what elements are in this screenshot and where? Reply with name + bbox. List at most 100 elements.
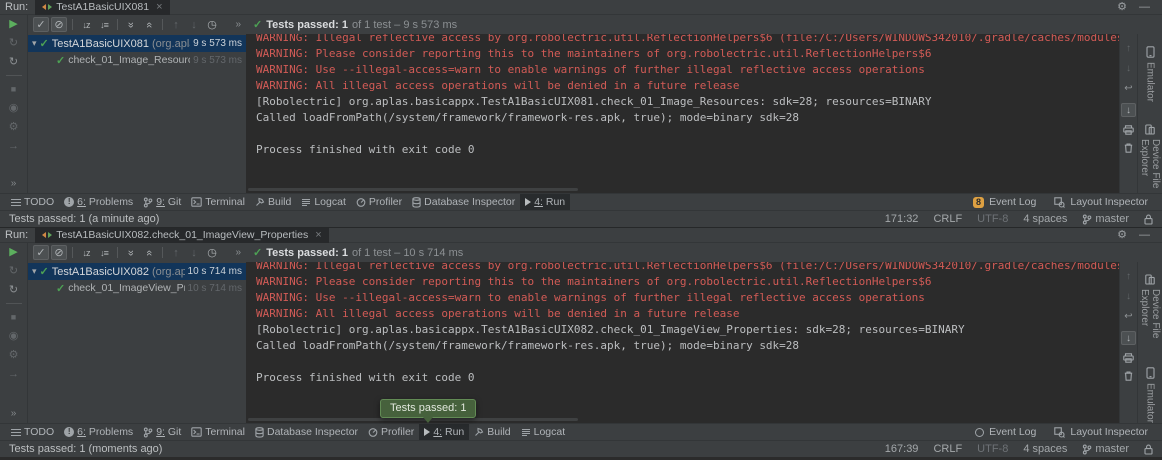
toolwindow-build[interactable]: Build xyxy=(469,424,515,440)
test-history-icon[interactable] xyxy=(204,245,220,260)
collapse-all-icon[interactable] xyxy=(141,245,157,260)
rerun-icon[interactable] xyxy=(9,18,17,30)
run-tab[interactable]: TestA1BasicUIX081 xyxy=(35,0,169,15)
next-failed-test-icon[interactable] xyxy=(186,17,202,32)
soft-wrap-icon[interactable] xyxy=(1124,83,1132,95)
toolwindow-terminal[interactable]: Terminal xyxy=(186,194,250,210)
scroll-to-end-icon[interactable] xyxy=(1121,103,1136,117)
more-icon[interactable] xyxy=(11,408,17,420)
next-failed-test-icon[interactable] xyxy=(186,245,202,260)
layout-inspector-button[interactable]: Layout Inspector xyxy=(1054,426,1148,438)
test-settings-icon[interactable] xyxy=(9,121,19,133)
test-suite-row[interactable]: TestA1BasicUIX082 (org.aplas.basica 10 s… xyxy=(28,263,246,280)
test-suite-row[interactable]: TestA1BasicUIX081 (org.aplas.basica 9 s … xyxy=(28,35,246,52)
toggle-auto-test-icon[interactable] xyxy=(9,56,18,68)
screenshot-icon[interactable] xyxy=(9,102,19,114)
console-output[interactable]: WARNING: Illegal reflective access by or… xyxy=(246,262,1119,423)
sort-by-duration-icon[interactable] xyxy=(96,245,112,260)
git-branch-widget[interactable]: master xyxy=(1082,443,1129,455)
file-encoding[interactable]: UTF-8 xyxy=(977,213,1008,225)
scroll-to-end-icon[interactable] xyxy=(1121,331,1136,345)
print-icon[interactable] xyxy=(1123,353,1134,363)
close-icon[interactable] xyxy=(315,230,321,241)
rerun-failed-icon[interactable] xyxy=(9,265,18,277)
import-test-results-icon[interactable] xyxy=(8,140,19,152)
indent-setting[interactable]: 4 spaces xyxy=(1023,443,1067,455)
device-file-explorer-stripe-button[interactable]: Device File Explorer xyxy=(1139,124,1161,193)
line-ending[interactable]: CRLF xyxy=(933,443,962,455)
lock-icon[interactable] xyxy=(1144,444,1153,455)
toolwindow-terminal[interactable]: Terminal xyxy=(186,424,250,440)
file-encoding[interactable]: UTF-8 xyxy=(977,443,1008,455)
toolwindow-git[interactable]: 9: Git xyxy=(138,194,186,210)
lock-icon[interactable] xyxy=(1144,214,1153,225)
event-log-button[interactable]: Event Log xyxy=(975,426,1036,438)
toolwindow-logcat[interactable]: Logcat xyxy=(296,194,351,210)
toolbar-overflow-icon[interactable] xyxy=(235,19,241,30)
horizontal-scrollbar[interactable] xyxy=(248,418,578,421)
toolwindow-run[interactable]: 4: Run xyxy=(419,424,469,440)
show-passed-icon[interactable] xyxy=(33,245,49,260)
sort-alphabetically-icon[interactable] xyxy=(78,17,94,32)
toolwindow-build[interactable]: Build xyxy=(250,194,296,210)
hide-icon[interactable] xyxy=(1139,2,1150,13)
test-history-icon[interactable] xyxy=(204,17,220,32)
sort-by-duration-icon[interactable] xyxy=(96,17,112,32)
toolwindow-git[interactable]: 9: Git xyxy=(138,424,186,440)
collapse-all-icon[interactable] xyxy=(141,17,157,32)
rerun-failed-icon[interactable] xyxy=(9,37,18,49)
settings-icon[interactable] xyxy=(1117,230,1127,241)
show-passed-icon[interactable] xyxy=(33,17,49,32)
toolwindow-logcat[interactable]: Logcat xyxy=(516,424,571,440)
toolwindow-run[interactable]: 4: Run xyxy=(520,194,570,210)
test-case-row[interactable]: check_01_ImageView_Properties 10 s 714 m… xyxy=(28,280,246,296)
scroll-down-icon[interactable] xyxy=(1126,291,1131,303)
show-ignored-icon[interactable] xyxy=(51,245,67,260)
sort-alphabetically-icon[interactable] xyxy=(78,245,94,260)
caret-position[interactable]: 167:39 xyxy=(885,443,919,455)
expand-all-icon[interactable] xyxy=(123,17,139,32)
soft-wrap-icon[interactable] xyxy=(1124,311,1132,323)
test-settings-icon[interactable] xyxy=(9,349,19,361)
scroll-up-icon[interactable] xyxy=(1126,43,1131,55)
settings-icon[interactable] xyxy=(1117,2,1127,13)
test-case-row[interactable]: check_01_Image_Resources 9 s 573 ms xyxy=(28,52,246,68)
stop-icon[interactable] xyxy=(11,311,16,323)
indent-setting[interactable]: 4 spaces xyxy=(1023,213,1067,225)
chevron-down-icon[interactable] xyxy=(32,266,37,277)
scroll-down-icon[interactable] xyxy=(1126,63,1131,75)
print-icon[interactable] xyxy=(1123,125,1134,135)
emulator-stripe-button[interactable]: Emulator xyxy=(1145,46,1156,102)
horizontal-scrollbar[interactable] xyxy=(248,188,578,191)
toolwindow-todo[interactable]: TODO xyxy=(6,424,59,440)
expand-all-icon[interactable] xyxy=(123,245,139,260)
git-branch-widget[interactable]: master xyxy=(1082,213,1129,225)
scroll-up-icon[interactable] xyxy=(1126,271,1131,283)
rerun-icon[interactable] xyxy=(9,246,17,258)
toolwindow-database-inspector[interactable]: Database Inspector xyxy=(250,424,363,440)
screenshot-icon[interactable] xyxy=(9,330,19,342)
previous-failed-test-icon[interactable] xyxy=(168,17,184,32)
chevron-down-icon[interactable] xyxy=(32,38,37,49)
device-file-explorer-stripe-button[interactable]: Device File Explorer xyxy=(1139,274,1161,345)
toolwindow-problems[interactable]: 6: Problems xyxy=(59,424,138,440)
toolwindow-todo[interactable]: TODO xyxy=(6,194,59,210)
toolwindow-profiler[interactable]: Profiler xyxy=(351,194,407,210)
emulator-stripe-button[interactable]: Emulator xyxy=(1145,367,1156,423)
previous-failed-test-icon[interactable] xyxy=(168,245,184,260)
line-ending[interactable]: CRLF xyxy=(933,213,962,225)
stop-icon[interactable] xyxy=(11,83,16,95)
clear-console-icon[interactable] xyxy=(1124,143,1133,153)
toolwindow-profiler[interactable]: Profiler xyxy=(363,424,419,440)
close-icon[interactable] xyxy=(156,2,162,13)
toolwindow-database-inspector[interactable]: Database Inspector xyxy=(407,194,520,210)
run-tab[interactable]: TestA1BasicUIX082.check_01_ImageView_Pro… xyxy=(35,228,328,243)
toggle-auto-test-icon[interactable] xyxy=(9,284,18,296)
import-test-results-icon[interactable] xyxy=(8,368,19,380)
clear-console-icon[interactable] xyxy=(1124,371,1133,381)
toolwindow-problems[interactable]: 6: Problems xyxy=(59,194,138,210)
layout-inspector-button[interactable]: Layout Inspector xyxy=(1054,196,1148,208)
toolbar-overflow-icon[interactable] xyxy=(235,247,241,258)
caret-position[interactable]: 171:32 xyxy=(885,213,919,225)
event-log-button[interactable]: 8Event Log xyxy=(973,196,1036,208)
